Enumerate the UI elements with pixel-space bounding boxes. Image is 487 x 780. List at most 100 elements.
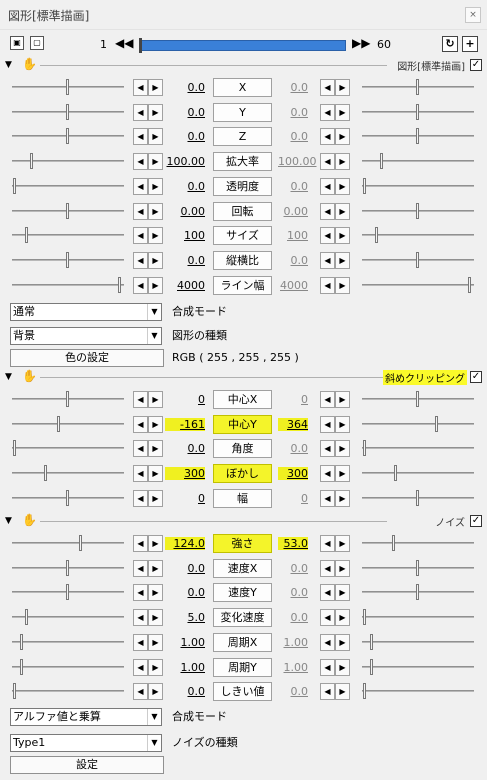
end-slider[interactable] bbox=[362, 633, 474, 650]
end-stepper[interactable]: ◀ ▶ bbox=[320, 276, 350, 294]
param-button[interactable]: 透明度 bbox=[213, 176, 272, 196]
noise-settings-button[interactable]: 設定 bbox=[10, 756, 164, 774]
start-stepper[interactable]: ◀ ▶ bbox=[133, 79, 163, 96]
start-slider[interactable] bbox=[12, 276, 124, 293]
slider-thumb[interactable] bbox=[19, 633, 23, 650]
end-slider[interactable] bbox=[362, 584, 474, 601]
start-slider[interactable] bbox=[12, 415, 124, 432]
reload-icon[interactable]: ↻ bbox=[442, 36, 458, 52]
slider-thumb[interactable] bbox=[66, 391, 69, 407]
slider-thumb[interactable] bbox=[416, 103, 419, 120]
increment-icon[interactable]: ▶ bbox=[335, 251, 350, 269]
slider-thumb[interactable] bbox=[392, 535, 396, 551]
increment-icon[interactable]: ▶ bbox=[148, 633, 163, 651]
decrement-icon[interactable]: ◀ bbox=[320, 440, 335, 458]
slider-thumb[interactable] bbox=[416, 202, 419, 219]
decrement-icon[interactable]: ◀ bbox=[133, 683, 148, 701]
decrement-icon[interactable]: ◀ bbox=[320, 465, 335, 483]
slider-thumb[interactable] bbox=[66, 202, 69, 219]
start-value[interactable]: 0.0 bbox=[165, 254, 206, 267]
increment-icon[interactable]: ▶ bbox=[335, 177, 350, 195]
decrement-icon[interactable]: ◀ bbox=[320, 202, 335, 220]
hand-icon[interactable]: ✋ bbox=[22, 57, 37, 71]
end-slider[interactable] bbox=[362, 465, 474, 482]
end-stepper[interactable]: ◀ ▶ bbox=[320, 79, 350, 96]
end-value[interactable]: 0.0 bbox=[278, 180, 309, 193]
param-button[interactable]: サイズ bbox=[213, 226, 272, 246]
decrement-icon[interactable]: ◀ bbox=[133, 584, 148, 602]
blend-mode-select[interactable]: 通常 ▼ bbox=[10, 303, 162, 321]
end-slider[interactable] bbox=[362, 153, 474, 170]
decrement-icon[interactable]: ◀ bbox=[320, 276, 335, 294]
start-stepper[interactable]: ◀ ▶ bbox=[133, 103, 163, 121]
end-value[interactable]: 0.0 bbox=[278, 562, 309, 575]
start-value[interactable]: 124.0 bbox=[165, 537, 205, 550]
start-value[interactable]: 300 bbox=[165, 467, 205, 481]
param-button[interactable]: 周期Y bbox=[213, 657, 272, 677]
end-slider[interactable] bbox=[362, 202, 474, 219]
start-value[interactable]: -161 bbox=[165, 417, 205, 431]
increment-icon[interactable]: ▶ bbox=[148, 128, 163, 146]
increment-icon[interactable]: ▶ bbox=[148, 559, 163, 577]
end-stepper[interactable]: ◀ ▶ bbox=[320, 489, 350, 507]
start-stepper[interactable]: ◀ ▶ bbox=[133, 559, 163, 577]
end-value[interactable]: 4000 bbox=[278, 279, 308, 292]
start-slider[interactable] bbox=[12, 391, 124, 407]
param-button[interactable]: 中心Y bbox=[213, 414, 272, 434]
slider-thumb[interactable] bbox=[374, 227, 378, 244]
decrement-icon[interactable]: ◀ bbox=[133, 251, 148, 269]
start-stepper[interactable]: ◀ ▶ bbox=[133, 177, 163, 195]
timeline-bar[interactable] bbox=[139, 38, 346, 53]
slider-thumb[interactable] bbox=[363, 440, 367, 457]
increment-icon[interactable]: ▶ bbox=[148, 609, 163, 627]
end-value[interactable]: 0.0 bbox=[278, 106, 309, 119]
slider-thumb[interactable] bbox=[380, 153, 384, 170]
start-stepper[interactable]: ◀ ▶ bbox=[133, 633, 163, 651]
end-value[interactable]: 0.0 bbox=[278, 81, 309, 94]
slider-thumb[interactable] bbox=[363, 609, 367, 626]
close-icon[interactable]: × bbox=[465, 7, 481, 23]
start-stepper[interactable]: ◀ ▶ bbox=[133, 227, 163, 245]
shape-type-select[interactable]: 背景 ▼ bbox=[10, 327, 162, 345]
slider-thumb[interactable] bbox=[66, 489, 69, 506]
increment-icon[interactable]: ▶ bbox=[335, 276, 350, 294]
param-button[interactable]: 回転 bbox=[213, 201, 272, 221]
end-value[interactable]: 0.0 bbox=[278, 130, 309, 143]
start-slider[interactable] bbox=[12, 440, 124, 457]
increment-icon[interactable]: ▶ bbox=[148, 391, 163, 408]
param-button[interactable]: ライン幅 bbox=[213, 275, 272, 295]
end-stepper[interactable]: ◀ ▶ bbox=[320, 633, 350, 651]
decrement-icon[interactable]: ◀ bbox=[320, 128, 335, 146]
increment-icon[interactable]: ▶ bbox=[335, 391, 350, 408]
add-filter-icon[interactable]: + bbox=[462, 36, 478, 52]
decrement-icon[interactable]: ◀ bbox=[133, 559, 148, 577]
decrement-icon[interactable]: ◀ bbox=[320, 489, 335, 507]
increment-icon[interactable]: ▶ bbox=[335, 153, 350, 171]
param-button[interactable]: 中心X bbox=[213, 390, 272, 409]
end-value[interactable]: 0.0 bbox=[278, 254, 309, 267]
decrement-icon[interactable]: ◀ bbox=[320, 683, 335, 701]
param-button[interactable]: 速度X bbox=[213, 558, 272, 578]
end-value[interactable]: 0.0 bbox=[278, 685, 309, 698]
slider-thumb[interactable] bbox=[369, 633, 373, 650]
start-stepper[interactable]: ◀ ▶ bbox=[133, 440, 163, 458]
end-stepper[interactable]: ◀ ▶ bbox=[320, 177, 350, 195]
prev-keyframe-button[interactable]: ◀◀ bbox=[115, 36, 133, 50]
collapse-arrow-icon[interactable]: ▼ bbox=[5, 60, 12, 70]
end-slider[interactable] bbox=[362, 535, 474, 551]
start-value[interactable]: 0.0 bbox=[165, 562, 206, 575]
decrement-icon[interactable]: ◀ bbox=[133, 276, 148, 294]
start-value[interactable]: 100 bbox=[165, 229, 205, 242]
end-value[interactable]: 300 bbox=[278, 467, 308, 481]
slider-thumb[interactable] bbox=[30, 153, 34, 170]
hand-icon[interactable]: ✋ bbox=[22, 513, 37, 527]
start-slider[interactable] bbox=[12, 609, 124, 626]
increment-icon[interactable]: ▶ bbox=[335, 79, 350, 96]
end-value[interactable]: 0.00 bbox=[278, 205, 309, 218]
decrement-icon[interactable]: ◀ bbox=[133, 153, 148, 171]
slider-thumb[interactable] bbox=[394, 465, 398, 482]
slider-thumb[interactable] bbox=[416, 79, 419, 95]
start-value[interactable]: 1.00 bbox=[165, 661, 206, 674]
end-slider[interactable] bbox=[362, 227, 474, 244]
slider-thumb[interactable] bbox=[66, 103, 69, 120]
